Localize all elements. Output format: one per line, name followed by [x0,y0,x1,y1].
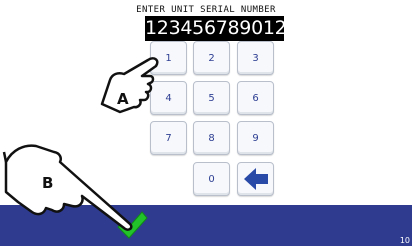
key-0[interactable]: 0 [193,162,230,196]
key-6[interactable]: 6 [237,81,274,115]
key-2[interactable]: 2 [193,41,230,75]
pointing-hand-a-icon: A [100,57,159,114]
hand-a-label: A [117,90,129,108]
serial-prompt-title: ENTER UNIT SERIAL NUMBER [136,5,276,15]
key-3[interactable]: 3 [237,41,274,75]
key-9[interactable]: 9 [237,121,274,155]
left-arrow-icon [243,168,268,190]
serial-number-display: 1234567890123 [145,16,299,41]
version-number: 10 [399,236,410,245]
hand-b-label: B [42,174,53,192]
key-7[interactable]: 7 [150,121,187,155]
key-5[interactable]: 5 [193,81,230,115]
backspace-button[interactable] [237,162,274,196]
pointing-hand-b-icon: B [2,144,133,231]
key-8[interactable]: 8 [193,121,230,155]
